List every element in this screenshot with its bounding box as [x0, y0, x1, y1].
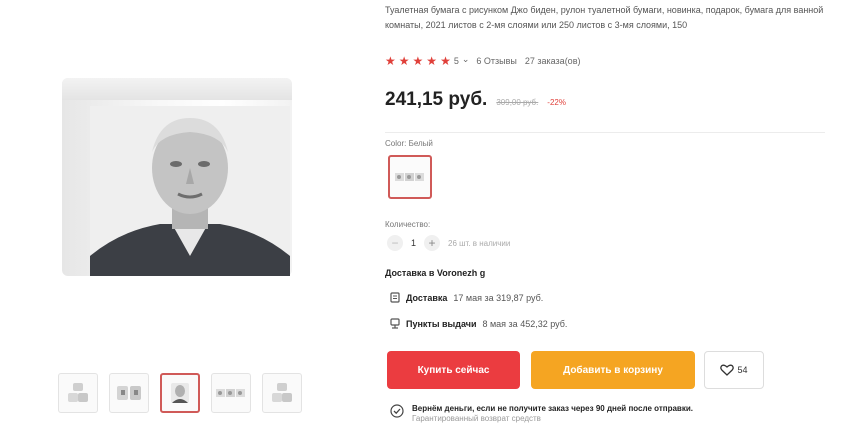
rolls-pair-icon: [117, 386, 141, 400]
sheets-strip-icon: [395, 173, 424, 181]
color-option-white[interactable]: [388, 155, 432, 199]
portrait-image: [90, 106, 290, 276]
check-circle-icon: [390, 404, 404, 418]
wishlist-button[interactable]: 54: [704, 351, 764, 389]
discount-badge: -22%: [547, 98, 566, 107]
thumbnail-active[interactable]: [160, 373, 200, 413]
wishlist-count: 54: [737, 365, 748, 375]
chevron-down-icon[interactable]: ⌄: [462, 54, 470, 65]
product-main-image[interactable]: [62, 78, 292, 276]
quantity-value[interactable]: 1: [411, 238, 416, 248]
product-title: Туалетная бумага с рисунком Джо биден, р…: [385, 5, 824, 30]
star-icon: ★: [440, 54, 451, 68]
pickup-point-icon: [390, 318, 400, 329]
delivery-line2-text: 8 мая за 452,32 руб.: [482, 318, 568, 329]
rolls-stack-icon: [68, 383, 88, 402]
roll-portrait-icon: [171, 383, 189, 403]
color-label: Color: Белый: [385, 139, 433, 148]
star-icon: ★: [426, 54, 438, 68]
quantity-increase-button[interactable]: +: [424, 235, 441, 251]
guarantee-main-text: Вернём деньги, если не получите заказ че…: [412, 404, 693, 413]
delivery-line1-text: 17 мая за 319,87 руб.: [453, 292, 544, 303]
quantity-stepper: − 1 + 26 шт. в наличии: [387, 235, 510, 251]
star-icon: ★: [385, 54, 396, 68]
money-back-guarantee: Вернём деньги, если не получите заказ че…: [390, 404, 693, 424]
star-icon: ★: [398, 54, 410, 68]
old-price: 309,00 руб.: [496, 98, 539, 107]
delivery-line1-label: Доставка: [406, 292, 448, 303]
current-price: 241,15 руб.: [385, 89, 488, 110]
delivery-line2-label: Пункты выдачи: [406, 318, 477, 329]
add-to-cart-button[interactable]: Добавить в корзину: [531, 351, 695, 389]
price-row: 241,15 руб. 309,00 руб. -22%: [385, 89, 566, 111]
star-icon: ★: [412, 54, 424, 68]
reviews-link[interactable]: 6 Отзывы: [476, 56, 516, 66]
thumbnail[interactable]: [58, 373, 98, 413]
orders-count: 27 заказа(ов): [524, 56, 581, 66]
heart-icon: [720, 364, 735, 376]
document-icon: [390, 292, 400, 303]
thumbnail[interactable]: [262, 373, 302, 413]
thumbnail[interactable]: [211, 373, 251, 413]
rolls-stack-icon: [272, 383, 292, 402]
roll-top-edge: [62, 78, 292, 100]
buy-now-button[interactable]: Купить сейчас: [387, 351, 520, 389]
guarantee-sub-text: Гарантированный возврат средств: [412, 414, 541, 423]
sheets-strip-icon: [216, 389, 245, 397]
rating-value: 5: [453, 56, 459, 66]
thumbnail-strip: [58, 373, 305, 417]
quantity-label: Количество:: [385, 220, 431, 229]
delivery-line-pickup: Пункты выдачи 8 мая за 452,32 руб.: [390, 318, 567, 329]
delivery-title[interactable]: Доставка в Voronezh g: [385, 268, 485, 278]
stock-info: 26 шт. в наличии: [448, 238, 511, 248]
rating-row: ★ ★ ★ ★ ★ 5 ⌄ 6 Отзывы 27 заказа(ов): [385, 54, 581, 68]
delivery-line-courier: Доставка 17 мая за 319,87 руб.: [390, 292, 543, 303]
quantity-decrease-button[interactable]: −: [387, 235, 403, 251]
thumbnail[interactable]: [109, 373, 149, 413]
divider: [385, 132, 825, 133]
